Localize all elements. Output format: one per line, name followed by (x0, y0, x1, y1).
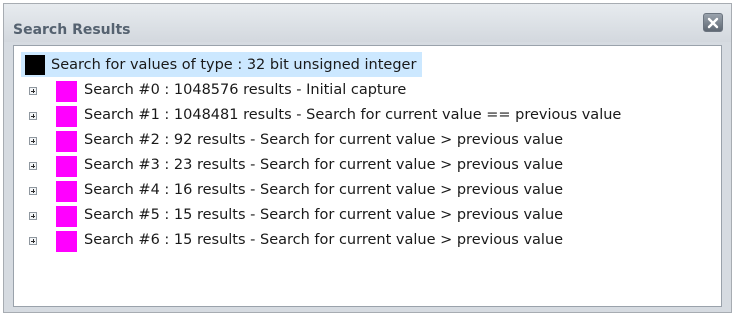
tree-root-row[interactable]: Search for values of type : 32 bit unsig… (21, 52, 423, 77)
search-color-swatch (56, 206, 77, 227)
tree-root-label: Search for values of type : 32 bit unsig… (51, 56, 417, 73)
tree-item-label: Search #5 : 15 results - Search for curr… (84, 207, 564, 223)
tree-item-label: Search #0 : 1048576 results - Initial ca… (84, 82, 407, 98)
search-color-swatch (56, 156, 77, 177)
window-title: Search Results (13, 22, 131, 38)
expand-plus-icon[interactable] (29, 112, 37, 120)
expand-plus-icon[interactable] (29, 237, 37, 245)
expand-plus-icon[interactable] (29, 162, 37, 170)
tree-item-label: Search #1 : 1048481 results - Search for… (84, 107, 622, 123)
close-x-icon (707, 17, 719, 28)
search-color-swatch (56, 181, 77, 202)
expand-plus-icon[interactable] (29, 187, 37, 195)
tree-item-label: Search #2 : 92 results - Search for curr… (84, 132, 564, 148)
expand-plus-icon[interactable] (29, 87, 37, 95)
search-color-swatch (56, 131, 77, 152)
search-color-swatch (56, 231, 77, 252)
tree-item-label: Search #6 : 15 results - Search for curr… (84, 232, 564, 248)
tree-item-label: Search #4 : 16 results - Search for curr… (84, 182, 564, 198)
search-color-swatch (56, 106, 77, 127)
root-color-swatch (25, 54, 45, 75)
expand-plus-icon[interactable] (29, 137, 37, 145)
title-bar[interactable]: Search Results (4, 4, 731, 42)
tree-item-label: Search #3 : 23 results - Search for curr… (84, 157, 564, 173)
close-button[interactable] (703, 13, 723, 32)
results-tree[interactable]: Search for values of type : 32 bit unsig… (13, 45, 722, 307)
search-color-swatch (56, 81, 77, 102)
expand-plus-icon[interactable] (29, 212, 37, 220)
search-results-window: Search Results Search for values of type… (3, 3, 732, 313)
